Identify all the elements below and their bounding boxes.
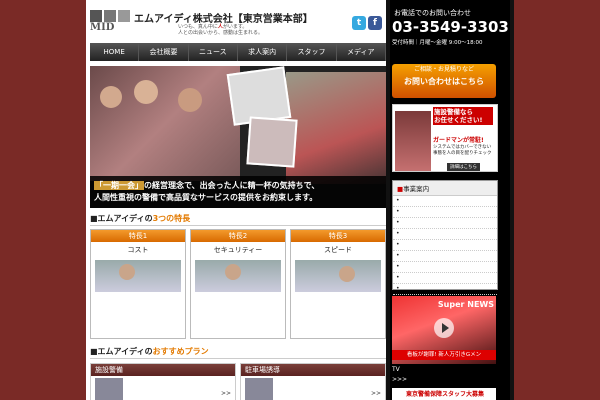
ad-headline: 施設警備なら お任せください! — [433, 107, 493, 125]
contact-line1: ご相談・お見積りなど — [413, 66, 474, 73]
plan-title: 駐車場誘導 — [241, 364, 385, 376]
tagline: いつも、真ん中に人がいます。 人との出会いから、感動は生まれる。 — [178, 24, 263, 36]
twitter-icon[interactable]: t — [352, 16, 366, 30]
page-container: MID エムアイディ株式会社【東京営業本部】 いつも、真ん中に人がいます。 人と… — [86, 0, 514, 400]
features-heading: ■エムアイディの3つの特長 — [90, 213, 386, 226]
ad-subhead: ガードマンが常駐! — [433, 137, 484, 144]
guard-photo — [395, 111, 431, 171]
feature-label: コスト — [127, 246, 149, 254]
list-item[interactable]: • — [393, 196, 497, 207]
list-item[interactable]: • — [393, 251, 497, 262]
ad-body: システムではカバーできない事態を人の目を配りチェック — [433, 145, 492, 156]
list-item[interactable]: • — [393, 218, 497, 229]
tv-news-logo: Super NEWS — [437, 300, 494, 309]
feature-security[interactable]: 特長2 セキュリティー — [190, 229, 286, 339]
plan-thumb — [95, 378, 123, 400]
hero-photo-monitor — [246, 116, 298, 168]
feature-cost[interactable]: 特長1 コスト — [90, 229, 186, 339]
list-item[interactable]: • — [393, 262, 497, 273]
facebook-icon[interactable]: f — [368, 16, 382, 30]
tv-video[interactable]: Super NEWS 看板が謝罪! 新人万引きGメン — [392, 296, 496, 364]
hero-photo-guards — [90, 66, 240, 181]
feature-tab: 特長1 — [91, 230, 185, 242]
feature-image — [95, 260, 181, 292]
list-item[interactable]: • — [393, 273, 497, 284]
phone-label: お電話でのお問い合わせ — [394, 9, 471, 17]
tv-more-link[interactable]: >>> — [392, 376, 407, 383]
feature-tab: 特長2 — [191, 230, 285, 242]
plan-parking[interactable]: 駐車場誘導 >> — [240, 363, 386, 400]
contact-line2: お問い合わせはこちら — [404, 77, 484, 86]
feature-image — [195, 260, 281, 292]
tv-label: TV — [392, 366, 400, 373]
feature-label: セキュリティー — [213, 246, 263, 254]
list-item[interactable]: • — [393, 240, 497, 251]
ad-detail-button[interactable]: 詳細はこちら — [447, 163, 480, 171]
plan-facility[interactable]: 施設警備 >> — [90, 363, 236, 400]
business-hours: 受付時間｜月曜〜金曜 9:00〜18:00 — [392, 40, 483, 46]
nav-media[interactable]: メディア — [336, 43, 386, 61]
feature-speed[interactable]: 特長3 スピード — [290, 229, 386, 339]
plan-more-link[interactable]: >> — [221, 390, 231, 397]
right-column: お電話でのお問い合わせ 03-3549-3303 受付時間｜月曜〜金曜 9:00… — [390, 0, 510, 400]
plan-more-link[interactable]: >> — [371, 390, 381, 397]
contact-button[interactable]: ご相談・お見積りなど お問い合わせはこちら — [392, 64, 496, 98]
plans-heading: ■エムアイディのおすすめプラン — [90, 346, 386, 359]
list-item[interactable]: • — [393, 284, 497, 295]
feature-image — [295, 260, 381, 292]
main-column: MID エムアイディ株式会社【東京営業本部】 いつも、真ん中に人がいます。 人と… — [86, 0, 386, 400]
nav-home[interactable]: HOME — [90, 43, 140, 61]
nav-staff[interactable]: スタッフ — [287, 43, 337, 61]
recruit-banner-text: 東京警備保障スタッフ大募集 — [406, 391, 485, 398]
hero-caption: 「一期一会」の経営理念で、出会った人に精一杯の気持ちで、 人間性重視の警備で高品… — [90, 176, 386, 208]
main-nav: HOME 会社概要 ニュース 求人案内 スタッフ メディア — [90, 43, 386, 61]
list-item[interactable]: • — [393, 207, 497, 218]
plan-title: 施設警備 — [91, 364, 235, 376]
list-item[interactable]: • — [393, 229, 497, 240]
nav-recruit[interactable]: 求人案内 — [237, 43, 288, 61]
recruit-banner[interactable]: 東京警備保障スタッフ大募集 — [392, 388, 496, 400]
play-icon[interactable] — [434, 318, 454, 338]
feature-tab: 特長3 — [291, 230, 385, 242]
company-name: エムアイディ株式会社【東京営業本部】 — [134, 14, 313, 25]
feature-label: スピード — [324, 246, 352, 254]
business-menu-title: ■事業案内 — [393, 181, 497, 196]
hero-photo-group — [286, 72, 386, 184]
plan-thumb — [245, 378, 273, 400]
phone-number[interactable]: 03-3549-3303 — [392, 18, 509, 36]
tv-caption: 看板が謝罪! 新人万引きGメン — [392, 350, 496, 360]
facility-security-ad[interactable]: 施設警備なら お任せください! ガードマンが常駐! システムではカバーできない事態… — [392, 104, 498, 172]
business-menu: ■事業案内 • • • • • • • • • — [392, 180, 498, 295]
nav-company[interactable]: 会社概要 — [139, 43, 189, 61]
hero-banner: 「一期一会」の経営理念で、出会った人に精一杯の気持ちで、 人間性重視の警備で高品… — [90, 66, 386, 208]
logo-text[interactable]: MID — [90, 22, 114, 33]
nav-news[interactable]: ニュース — [188, 43, 238, 61]
